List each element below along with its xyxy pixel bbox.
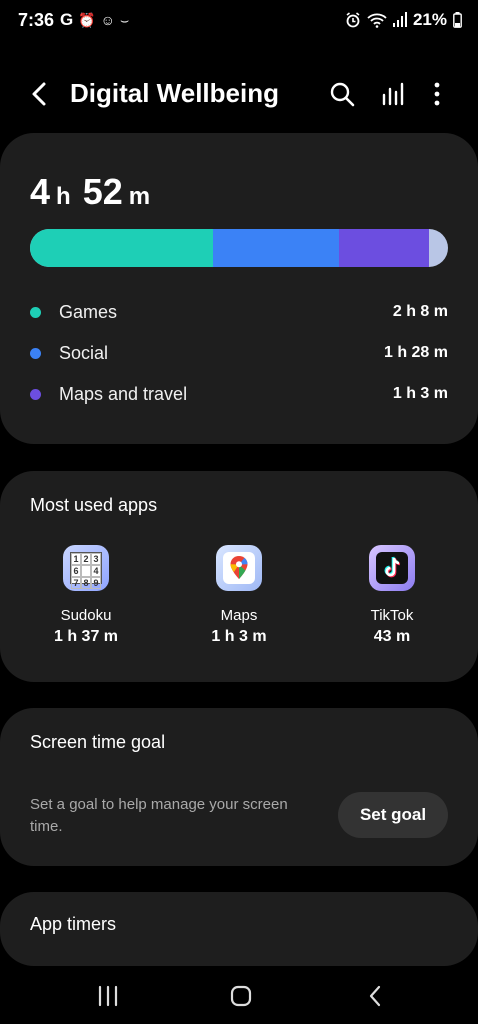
nav-back-button[interactable] xyxy=(360,980,392,1012)
battery-percent: 21% xyxy=(412,10,447,29)
usage-bar-segment-games xyxy=(30,229,214,267)
hours-unit: h xyxy=(56,183,71,210)
search-button[interactable] xyxy=(326,78,358,110)
screen-time-goal-card: Screen time goal Set a goal to help mana… xyxy=(0,708,478,866)
maps-dot xyxy=(30,388,41,400)
status-time: 7:36 xyxy=(18,10,55,30)
google-icon: G xyxy=(60,10,74,29)
face-icon: ☺ xyxy=(100,12,115,28)
sudoku-cell xyxy=(81,565,91,577)
app-name: Sudoku xyxy=(60,607,112,624)
sudoku-cell: 1 xyxy=(71,553,81,565)
legend-value: 1 h 3 m xyxy=(392,385,448,402)
sudoku-icon: 1 2 3 6 4 7 8 9 xyxy=(63,545,109,591)
set-goal-button[interactable]: Set goal xyxy=(338,792,448,838)
sudoku-grid: 1 2 3 6 4 7 8 9 xyxy=(70,552,102,589)
section-title: Screen time goal xyxy=(30,732,166,752)
app-time: 43 m xyxy=(373,628,411,645)
usage-bar-segment-social xyxy=(213,229,340,267)
most-used-apps-card: Most used apps 1 2 3 6 4 7 8 9 Sudoku 1 … xyxy=(0,471,478,682)
usage-bar-segment-maps xyxy=(339,229,430,267)
recents-icon xyxy=(98,985,118,1007)
sudoku-cell: 2 xyxy=(81,553,91,565)
screen-time-card[interactable]: 4 h 52 m Games 2 h 8 m Social 1 h 28 m M… xyxy=(0,133,478,444)
games-dot xyxy=(30,306,41,318)
map-pin-icon xyxy=(223,552,255,584)
alarm-clock-icon xyxy=(346,12,360,28)
legend-item-social: Social 1 h 28 m xyxy=(30,341,448,365)
total-screen-time: 4 h 52 m xyxy=(30,171,156,213)
sudoku-cell: 9 xyxy=(91,577,101,589)
tiktok-icon xyxy=(369,545,415,591)
chevron-left-icon xyxy=(32,82,46,106)
sudoku-cell: 8 xyxy=(81,577,91,589)
sudoku-cell: 3 xyxy=(91,553,101,565)
social-dot xyxy=(30,347,41,359)
recent-apps-button[interactable] xyxy=(92,980,124,1012)
wave-icon: ⌣ xyxy=(119,12,130,28)
sudoku-cell: 7 xyxy=(71,577,81,589)
app-time: 1 h 3 m xyxy=(211,628,267,645)
home-button[interactable] xyxy=(225,980,257,1012)
home-icon xyxy=(230,985,252,1007)
app-name: Maps xyxy=(220,607,258,624)
legend-label: Games xyxy=(59,301,118,322)
search-icon xyxy=(330,82,355,107)
navigation-bar xyxy=(0,966,478,1024)
app-item-maps[interactable]: Maps 1 h 3 m xyxy=(169,545,309,646)
back-icon xyxy=(369,985,381,1007)
section-title: Most used apps xyxy=(30,495,158,515)
notification-icons: G ⏰ ☺ ⌣ xyxy=(60,10,129,30)
statistics-button[interactable] xyxy=(378,78,410,110)
status-bar: 7:36 G ⏰ ☺ ⌣ 21% xyxy=(0,0,478,40)
app-timers-card[interactable]: App timers xyxy=(0,892,478,966)
legend-value: 2 h 8 m xyxy=(392,303,448,320)
legend-label: Maps and travel xyxy=(59,383,188,404)
app-time: 1 h 37 m xyxy=(53,628,119,645)
signal-icon xyxy=(392,12,407,27)
alarm-icon: ⏰ xyxy=(78,12,96,28)
sudoku-cell: 6 xyxy=(71,565,81,577)
more-options-button[interactable] xyxy=(424,78,450,110)
app-bar: Digital Wellbeing xyxy=(0,66,478,122)
wifi-icon xyxy=(367,13,387,28)
maps-icon xyxy=(216,545,262,591)
legend-label: Social xyxy=(59,342,109,363)
system-status-icons: 21% xyxy=(345,10,462,30)
app-item-tiktok[interactable]: TikTok 43 m xyxy=(322,545,462,646)
usage-bar xyxy=(30,229,448,267)
app-item-sudoku[interactable]: 1 2 3 6 4 7 8 9 Sudoku 1 h 37 m xyxy=(16,545,156,646)
tiktok-note-icon xyxy=(376,552,408,584)
app-name: TikTok xyxy=(370,607,414,624)
legend-item-games: Games 2 h 8 m xyxy=(30,300,448,324)
back-button[interactable] xyxy=(24,78,56,110)
goal-description: Set a goal to help manage your screen ti… xyxy=(30,796,288,835)
legend-item-maps-and-travel: Maps and travel 1 h 3 m xyxy=(30,382,448,406)
more-vert-icon xyxy=(434,82,440,106)
total-hours: 4 xyxy=(30,171,51,212)
legend-value: 1 h 28 m xyxy=(383,344,448,361)
section-title: App timers xyxy=(30,914,117,934)
minutes-unit: m xyxy=(128,183,151,210)
total-minutes: 52 xyxy=(82,171,123,212)
battery-icon xyxy=(453,12,462,28)
sudoku-cell: 4 xyxy=(91,565,101,577)
page-title: Digital Wellbeing xyxy=(70,78,279,108)
bar-chart-icon xyxy=(382,82,404,106)
